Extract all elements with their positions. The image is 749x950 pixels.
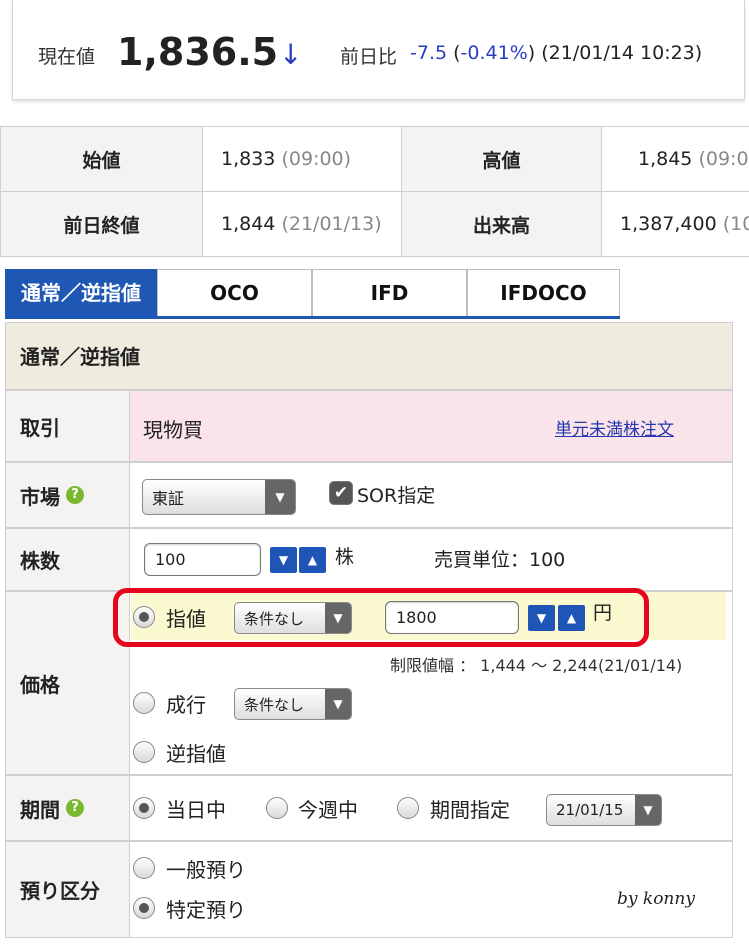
tab-ifdoco[interactable]: IFDOCO	[467, 269, 620, 316]
tabs-underline	[5, 316, 620, 319]
period-week-radio[interactable]	[266, 797, 288, 819]
shares-label: 株数	[5, 528, 130, 591]
chevron-down-icon: ▼	[325, 689, 351, 719]
stop-order-label: 逆指値	[166, 742, 226, 766]
trade-value: 現物買	[143, 418, 203, 442]
price-datetime: (21/01/14 10:23)	[541, 42, 703, 64]
account-specific-label: 特定預り	[166, 898, 246, 922]
order-type-tabs: 通常／逆指値 OCO IFD IFDOCO	[5, 269, 620, 319]
open-value: 1,833	[221, 148, 276, 170]
high-value: 1,845	[638, 148, 693, 170]
high-label: 高値	[401, 126, 602, 192]
prev-close-value: 1,844	[221, 213, 276, 235]
change-pct-value: -0.41%	[460, 42, 528, 64]
account-label-text: 預り区分	[20, 879, 100, 903]
market-label-text: 市場	[20, 484, 60, 509]
table-row: 始値 1,833 (09:00) 高値 1,845 (09:04	[0, 126, 749, 192]
annotation-highlight	[113, 588, 649, 647]
current-price-value: 1,836.5	[117, 30, 279, 74]
shares-decrement-button[interactable]: ▼	[270, 547, 297, 573]
shares-input-value: 100	[155, 550, 186, 569]
period-date-value: 21/01/15	[556, 801, 624, 819]
period-week-label: 今週中	[298, 798, 358, 822]
current-price-label: 現在値	[38, 46, 96, 68]
change-value: -7.5	[410, 42, 448, 64]
help-icon[interactable]: ?	[66, 486, 84, 504]
price-label-text: 価格	[20, 672, 60, 697]
open-cell: 1,833 (09:00)	[202, 126, 402, 192]
account-general-label: 一般預り	[166, 858, 246, 882]
shares-increment-button[interactable]: ▲	[299, 547, 326, 573]
volume-label: 出来高	[401, 191, 602, 257]
help-icon[interactable]: ?	[66, 799, 84, 817]
price-summary-table: 始値 1,833 (09:00) 高値 1,845 (09:04 前日終値 1,…	[0, 126, 749, 257]
change-info: -7.5 (-0.41%) (21/01/14 10:23)	[410, 42, 702, 64]
open-time: (09:00)	[281, 148, 352, 170]
prev-close-label: 前日終値	[0, 191, 203, 257]
prev-close-cell: 1,844 (21/01/13)	[202, 191, 402, 257]
volume-extra: (10	[722, 213, 749, 235]
trade-label-text: 取引	[20, 415, 60, 440]
trade-label: 取引	[5, 390, 130, 462]
period-label: 期間?	[5, 775, 130, 841]
account-specific-radio[interactable]	[133, 897, 155, 919]
market-select-value: 東証	[152, 489, 185, 508]
period-label-text: 期間	[20, 797, 60, 822]
tab-ifd[interactable]: IFD	[312, 269, 467, 316]
price-limit-range: 制限値幅 ： 1,444 〜 2,244(21/01/14)	[390, 656, 683, 675]
form-header: 通常／逆指値	[5, 322, 733, 390]
tab-oco[interactable]: OCO	[157, 269, 312, 316]
sor-label: SOR指定	[357, 485, 436, 507]
watermark: by konny	[617, 889, 695, 909]
period-specify-radio[interactable]	[397, 797, 419, 819]
market-condition-select[interactable]: 条件なし ▼	[234, 688, 352, 720]
market-order-label: 成行	[166, 693, 206, 717]
chevron-down-icon: ▼	[635, 795, 661, 825]
odd-lot-order-link[interactable]: 単元未満株注文	[555, 415, 674, 440]
volume-cell: 1,387,400 (10	[601, 191, 749, 257]
shares-label-text: 株数	[20, 549, 60, 573]
high-time: (09:04	[698, 148, 749, 170]
account-label: 預り区分	[5, 841, 130, 938]
market-order-radio[interactable]	[133, 692, 155, 714]
price-label: 価格	[5, 591, 130, 775]
market-label: 市場?	[5, 462, 130, 528]
period-today-radio[interactable]	[133, 797, 155, 819]
prev-close-date: (21/01/13)	[281, 213, 382, 235]
table-row: 前日終値 1,844 (21/01/13) 出来高 1,387,400 (10	[0, 191, 749, 257]
down-arrow-icon: ↓	[279, 38, 303, 71]
high-cell: 1,845 (09:04	[601, 126, 749, 192]
account-general-radio[interactable]	[133, 857, 155, 879]
sor-checkbox[interactable]: ✔	[329, 481, 353, 505]
shares-unit: 株	[335, 546, 355, 568]
period-specify-label: 期間指定	[430, 798, 510, 822]
market-select[interactable]: 東証 ▼	[142, 479, 296, 515]
market-condition-value: 条件なし	[244, 695, 305, 714]
chevron-down-icon: ▼	[265, 480, 295, 514]
open-label: 始値	[0, 126, 203, 192]
change-pct: (-0.41%)	[453, 42, 536, 64]
lot-size-text: 売買単位：100	[434, 549, 566, 571]
tab-normal-stop[interactable]: 通常／逆指値	[5, 269, 157, 316]
period-today-label: 当日中	[166, 798, 226, 822]
change-label: 前日比	[340, 46, 398, 68]
volume-value: 1,387,400	[620, 213, 717, 235]
period-date-select[interactable]: 21/01/15 ▼	[546, 794, 662, 826]
shares-input[interactable]: 100	[144, 543, 261, 576]
stop-order-radio[interactable]	[133, 741, 155, 763]
